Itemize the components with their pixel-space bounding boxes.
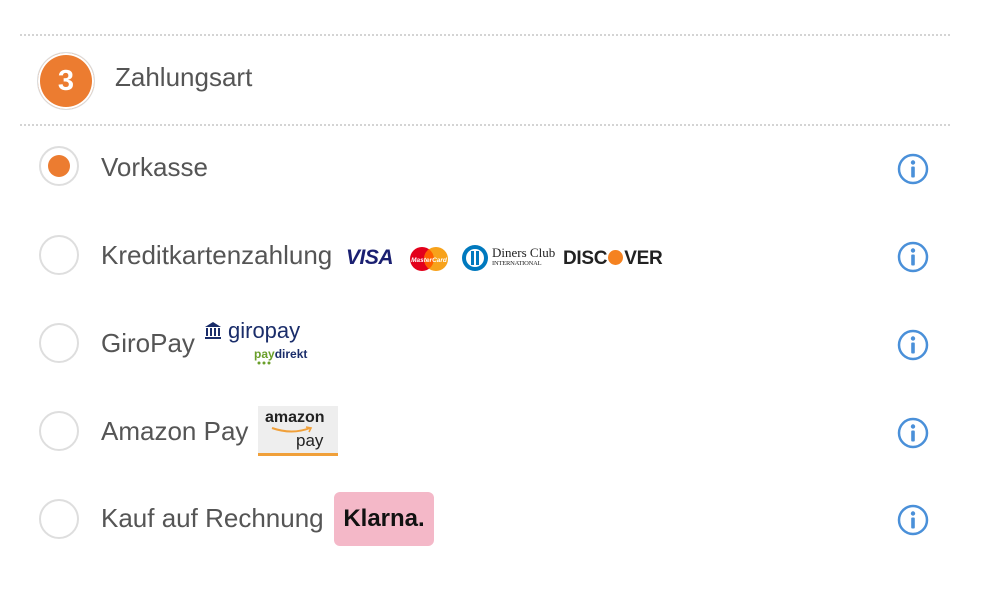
info-icon[interactable] <box>897 329 929 361</box>
mastercard-logo: MasterCard <box>410 247 448 271</box>
klarna-logo: Klarna. <box>334 492 434 546</box>
amazon-pay-logo: amazon pay <box>258 406 338 456</box>
info-icon[interactable] <box>897 504 929 536</box>
radio-kreditkarte[interactable] <box>39 235 79 275</box>
diners-line1: Diners Club <box>492 245 556 260</box>
section-title: Zahlungsart <box>115 62 253 92</box>
paydirekt-direkt: direkt <box>274 347 308 361</box>
payment-option-vorkasse[interactable]: Vorkasse <box>0 138 992 198</box>
divider-top <box>20 34 950 36</box>
option-label-giropay: GiroPay <box>101 328 195 358</box>
visa-logo: VISA <box>346 246 394 269</box>
option-label-amazon-pay: Amazon Pay <box>101 416 249 446</box>
amazon-logo-line2: pay <box>296 431 324 450</box>
option-label-vorkasse: Vorkasse <box>101 152 208 182</box>
paydirekt-logo: paydirekt <box>254 347 307 361</box>
option-label-rechnung: Kauf auf Rechnung <box>101 503 324 533</box>
step-number-badge: 3 <box>37 52 95 110</box>
giropay-bank-icon <box>205 322 221 339</box>
discover-text-pre: DISC <box>563 248 608 269</box>
discover-dot-icon <box>608 250 624 265</box>
giropay-logo: giropay <box>228 318 301 343</box>
paydirekt-pay: pay <box>254 347 275 361</box>
paydirekt-dots-icon <box>257 361 271 365</box>
diners-club-logo: Diners Club INTERNATIONAL <box>460 244 556 272</box>
payment-option-amazon-pay[interactable]: Amazon Pay amazon pay <box>0 402 992 462</box>
info-icon[interactable] <box>897 241 929 273</box>
discover-text-post: VER <box>624 248 663 269</box>
divider-bottom <box>20 124 950 126</box>
radio-vorkasse[interactable] <box>39 146 79 186</box>
option-label-kreditkarte: Kreditkartenzahlung <box>101 240 333 270</box>
radio-rechnung[interactable] <box>39 499 79 539</box>
discover-logo: DISC VER <box>563 248 663 270</box>
mastercard-text: MasterCard <box>411 257 448 264</box>
payment-option-giropay[interactable]: GiroPay giropay paydirekt <box>0 314 992 374</box>
radio-giropay[interactable] <box>39 323 79 363</box>
info-icon[interactable] <box>897 153 929 185</box>
payment-option-rechnung[interactable]: Kauf auf Rechnung Klarna. <box>0 489 992 549</box>
payment-option-kreditkarte[interactable]: Kreditkartenzahlung VISA MasterCard Dine… <box>0 226 992 286</box>
amazon-logo-line1: amazon <box>265 409 325 426</box>
diners-club-icon <box>462 245 488 271</box>
radio-amazon-pay[interactable] <box>39 411 79 451</box>
info-icon[interactable] <box>897 417 929 449</box>
diners-line2: INTERNATIONAL <box>492 260 542 267</box>
step-number: 3 <box>57 64 75 97</box>
